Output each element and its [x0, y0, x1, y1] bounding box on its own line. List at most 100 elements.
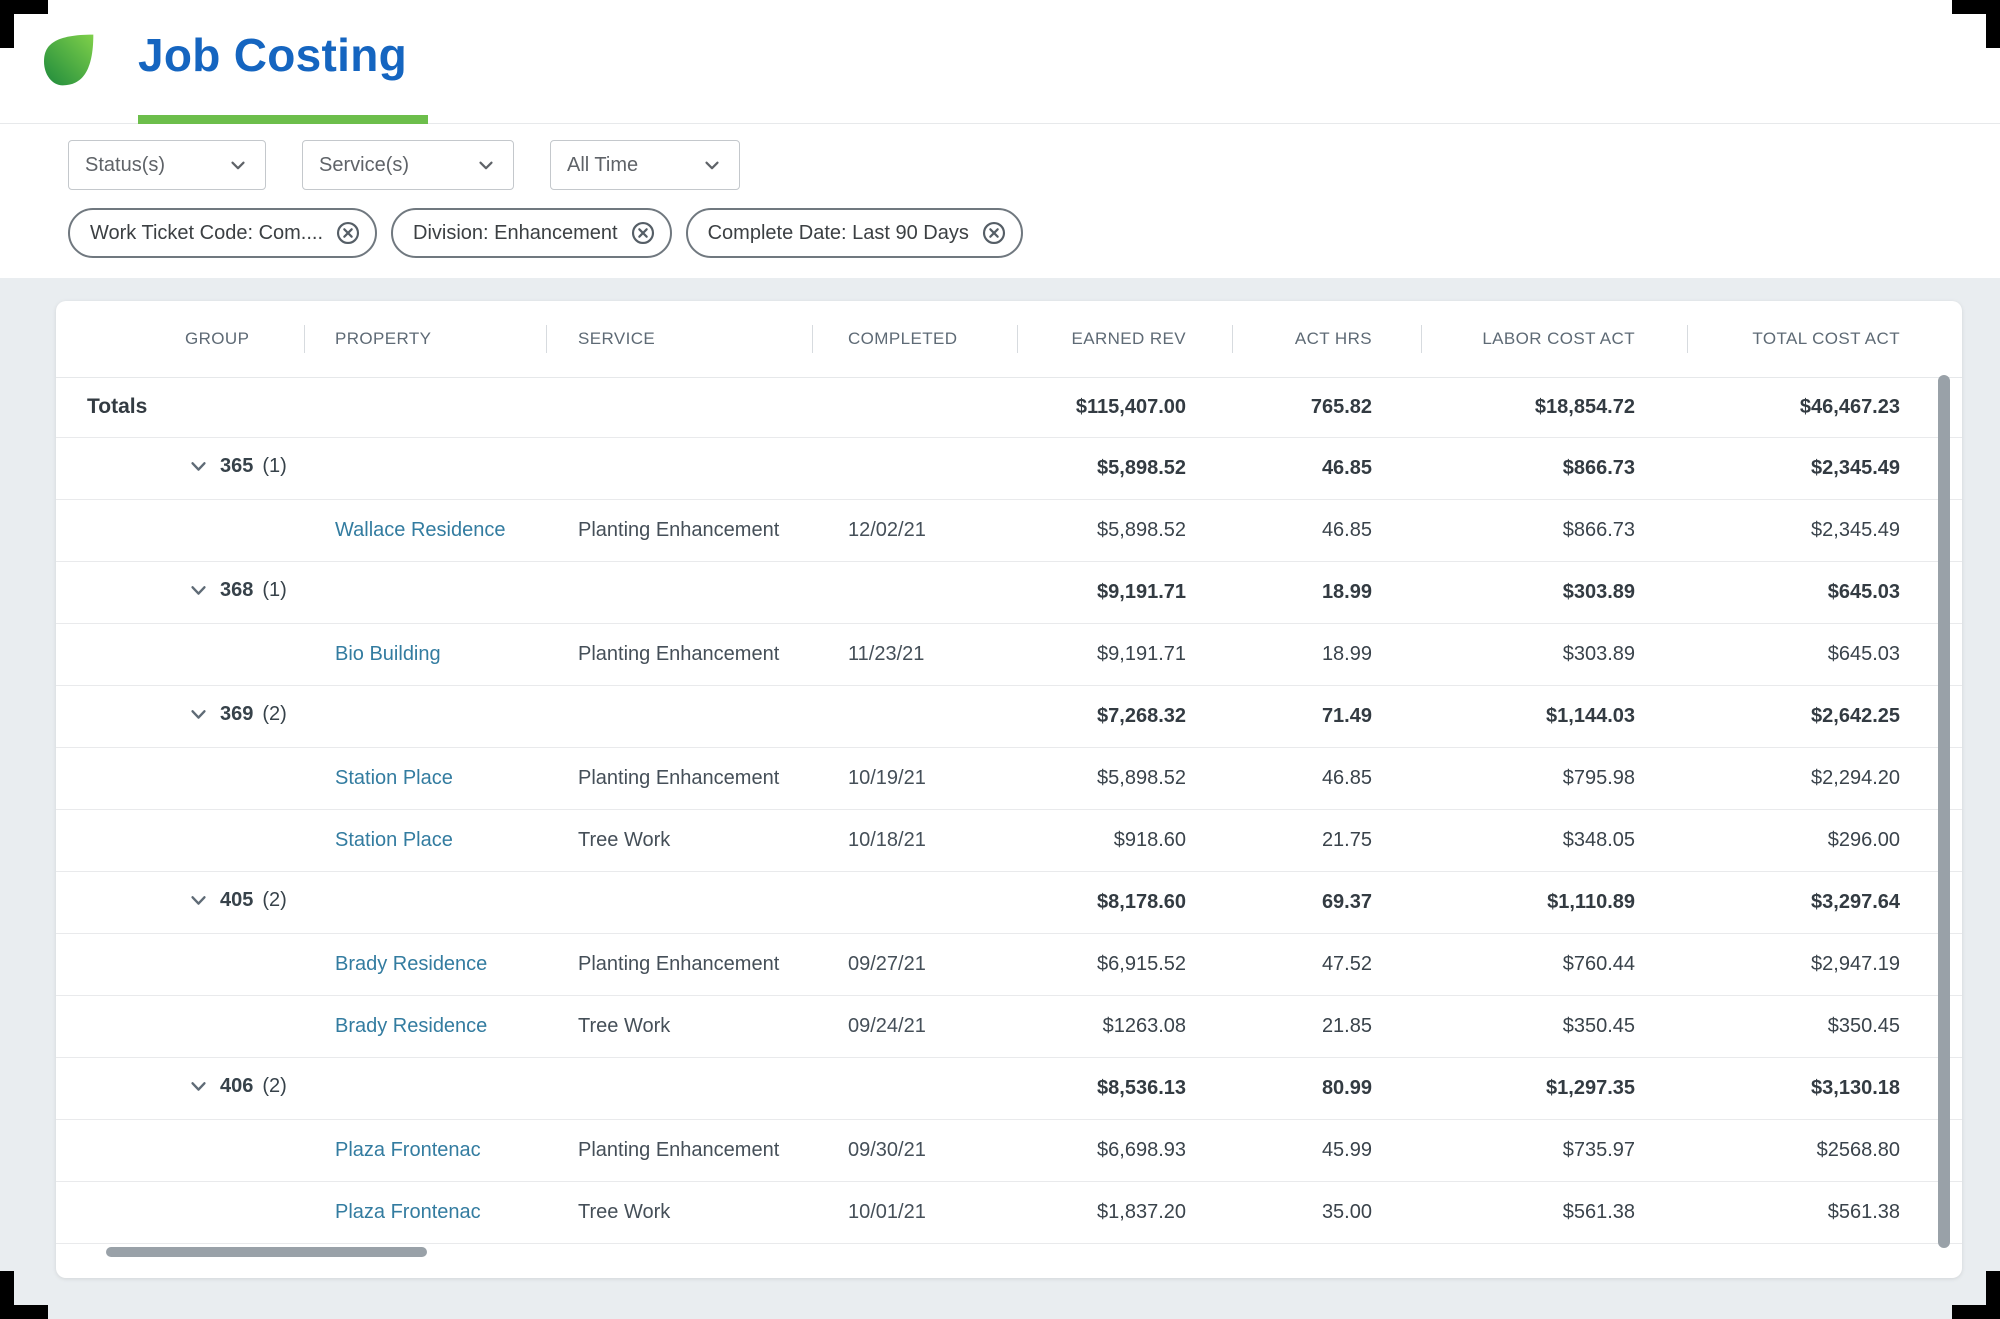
- labor-cost-act-cell: $1,110.89: [1421, 871, 1687, 933]
- total-cost-act-cell: $296.00: [1687, 809, 1962, 871]
- detail-row: Plaza FrontenacTree Work10/01/21$1,837.2…: [56, 1181, 1962, 1243]
- earned-rev-cell: $9,191.71: [1017, 561, 1232, 623]
- act-hrs-cell: 71.49: [1232, 685, 1421, 747]
- group-number: 368: [220, 579, 253, 602]
- chevron-down-icon: [227, 154, 249, 176]
- crop-mark-top-right: [1952, 0, 2000, 48]
- total-cost-act-cell: $350.45: [1687, 995, 1962, 1057]
- service-filter-dropdown[interactable]: Service(s): [302, 140, 514, 190]
- act-hrs-cell: 35.00: [1232, 1181, 1421, 1243]
- column-header-group[interactable]: GROUP: [56, 301, 304, 377]
- labor-cost-act-cell: $348.05: [1421, 809, 1687, 871]
- labor-cost-act-cell: $1,144.03: [1421, 685, 1687, 747]
- filter-chip-row: Work Ticket Code: Com.... Division: Enha…: [68, 208, 2000, 258]
- filter-chip-complete-date[interactable]: Complete Date: Last 90 Days: [686, 208, 1023, 258]
- completed-cell: 10/01/21: [812, 1181, 1017, 1243]
- earned-rev-cell: $8,178.60: [1017, 871, 1232, 933]
- group-row-365: 365(1)$5,898.5246.85$866.73$2,345.49: [56, 437, 1962, 499]
- chevron-down-icon: [189, 891, 208, 910]
- service-cell: Planting Enhancement: [546, 747, 812, 809]
- group-count: (2): [262, 703, 286, 726]
- property-link[interactable]: Wallace Residence: [335, 519, 505, 541]
- group-toggle[interactable]: 368 (1): [56, 579, 287, 602]
- act-hrs-cell: 21.75: [1232, 809, 1421, 871]
- status-filter-dropdown[interactable]: Status(s): [68, 140, 266, 190]
- group-count: (1): [262, 579, 286, 602]
- filter-chip-division[interactable]: Division: Enhancement: [391, 208, 672, 258]
- property-link[interactable]: Station Place: [335, 829, 453, 851]
- totals-row: Totals $115,407.00 765.82 $18,854.72 $46…: [56, 377, 1962, 437]
- total-cost-act-cell: $561.38: [1687, 1181, 1962, 1243]
- service-cell: Tree Work: [546, 995, 812, 1057]
- service-cell: Planting Enhancement: [546, 933, 812, 995]
- detail-row: Plaza FrontenacPlanting Enhancement09/30…: [56, 1119, 1962, 1181]
- act-hrs-cell: 69.37: [1232, 871, 1421, 933]
- crop-mark-bottom-right: [1952, 1271, 2000, 1319]
- group-count: (2): [262, 1075, 286, 1098]
- labor-cost-act-cell: $866.73: [1421, 437, 1687, 499]
- property-link[interactable]: Brady Residence: [335, 1015, 487, 1037]
- filter-chip-work-ticket-code[interactable]: Work Ticket Code: Com....: [68, 208, 377, 258]
- time-range-dropdown[interactable]: All Time: [550, 140, 740, 190]
- service-cell: Tree Work: [546, 1181, 812, 1243]
- page-title[interactable]: Job Costing: [138, 28, 407, 82]
- table-card: GROUP PROPERTY SERVICE COMPLETED EARNED …: [56, 301, 1962, 1278]
- horizontal-scrollbar[interactable]: [106, 1247, 427, 1257]
- column-header-completed[interactable]: COMPLETED: [812, 301, 1017, 377]
- column-header-earned-rev[interactable]: EARNED REV: [1017, 301, 1232, 377]
- earned-rev-cell: $7,268.32: [1017, 685, 1232, 747]
- circle-x-icon[interactable]: [981, 220, 1007, 246]
- earned-rev-cell: $5,898.52: [1017, 437, 1232, 499]
- table-header-row: GROUP PROPERTY SERVICE COMPLETED EARNED …: [56, 301, 1962, 377]
- group-count: (1): [262, 455, 286, 478]
- completed-cell: 09/27/21: [812, 933, 1017, 995]
- circle-x-icon[interactable]: [630, 220, 656, 246]
- property-link[interactable]: Plaza Frontenac: [335, 1201, 481, 1223]
- labor-cost-act-cell: $795.98: [1421, 747, 1687, 809]
- group-row-369: 369(2)$7,268.3271.49$1,144.03$2,642.25: [56, 685, 1962, 747]
- total-cost-act-cell: $3,130.18: [1687, 1057, 1962, 1119]
- total-cost-act-cell: $2,294.20: [1687, 747, 1962, 809]
- earned-rev-cell: $918.60: [1017, 809, 1232, 871]
- group-number: 406: [220, 1075, 253, 1098]
- column-header-total-cost-act[interactable]: TOTAL COST ACT: [1687, 301, 1962, 377]
- dropdown-label: All Time: [567, 154, 638, 177]
- column-header-act-hrs[interactable]: ACT HRS: [1232, 301, 1421, 377]
- property-link[interactable]: Brady Residence: [335, 953, 487, 975]
- column-header-property[interactable]: PROPERTY: [304, 301, 546, 377]
- earned-rev-cell: $5,898.52: [1017, 499, 1232, 561]
- group-row-368: 368(1)$9,191.7118.99$303.89$645.03: [56, 561, 1962, 623]
- completed-cell: 10/18/21: [812, 809, 1017, 871]
- completed-cell: 09/30/21: [812, 1119, 1017, 1181]
- earned-rev-cell: $6,915.52: [1017, 933, 1232, 995]
- act-hrs-cell: 46.85: [1232, 747, 1421, 809]
- detail-row: Brady ResidenceTree Work09/24/21$1263.08…: [56, 995, 1962, 1057]
- group-toggle[interactable]: 365(1): [56, 455, 287, 478]
- group-toggle[interactable]: 405(2): [56, 889, 287, 912]
- table-body: Totals $115,407.00 765.82 $18,854.72 $46…: [56, 377, 1962, 1243]
- completed-cell: 11/23/21: [812, 623, 1017, 685]
- chevron-down-icon: [189, 457, 208, 476]
- column-header-service[interactable]: SERVICE: [546, 301, 812, 377]
- total-cost-act-cell: $2,345.49: [1687, 499, 1962, 561]
- totals-act-hrs: 765.82: [1232, 377, 1421, 437]
- chevron-down-icon: [189, 1077, 208, 1096]
- column-header-labor-cost-act[interactable]: LABOR COST ACT: [1421, 301, 1687, 377]
- circle-x-icon[interactable]: [335, 220, 361, 246]
- total-cost-act-cell: $2,345.49: [1687, 437, 1962, 499]
- group-toggle[interactable]: 369(2): [56, 703, 287, 726]
- group-number: 405: [220, 889, 253, 912]
- vertical-scrollbar[interactable]: [1938, 375, 1950, 1248]
- property-link[interactable]: Bio Building: [335, 643, 441, 665]
- dropdown-label: Service(s): [319, 154, 409, 177]
- completed-cell: 09/24/21: [812, 995, 1017, 1057]
- filter-dropdown-row: Status(s) Service(s) All Time: [68, 140, 2000, 190]
- act-hrs-cell: 80.99: [1232, 1057, 1421, 1119]
- group-toggle[interactable]: 406 (2): [56, 1075, 287, 1098]
- earned-rev-cell: $5,898.52: [1017, 747, 1232, 809]
- totals-earned-rev: $115,407.00: [1017, 377, 1232, 437]
- labor-cost-act-cell: $303.89: [1421, 561, 1687, 623]
- property-link[interactable]: Station Place: [335, 767, 453, 789]
- act-hrs-cell: 18.99: [1232, 561, 1421, 623]
- property-link[interactable]: Plaza Frontenac: [335, 1139, 481, 1161]
